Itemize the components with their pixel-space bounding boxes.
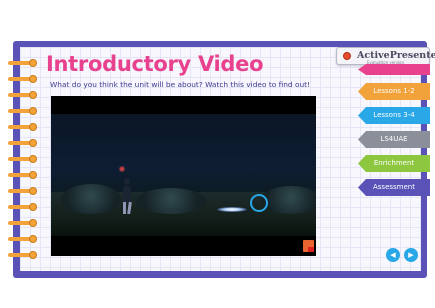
target-ring-icon [250, 194, 268, 212]
binder-ring [8, 91, 40, 99]
nav-tab-top[interactable] [358, 64, 430, 75]
binder-ring [8, 155, 40, 163]
nav-tab-lessons-1-2[interactable]: Lessons 1-2 [358, 83, 430, 100]
binder-ring [8, 235, 40, 243]
next-button[interactable]: ▶ [404, 248, 418, 262]
video-figure [121, 174, 133, 215]
activepresenter-badge: ActivePresenter Evaluation version [336, 47, 435, 65]
video-bush [261, 186, 316, 214]
binder-ring [8, 219, 40, 227]
nav-tab-assessment[interactable]: Assessment [358, 179, 430, 196]
activepresenter-logo-icon [343, 52, 351, 60]
binder-ring [8, 59, 40, 67]
video-light-flare [217, 207, 247, 212]
previous-button[interactable]: ◀ [386, 248, 400, 262]
chevron-left-icon: ◀ [390, 251, 396, 259]
video-frame [51, 114, 316, 236]
youtube-icon[interactable] [303, 240, 314, 252]
binder-ring [8, 203, 40, 211]
video-player[interactable] [51, 96, 316, 256]
page-subtitle: What do you think the unit will be about… [50, 80, 311, 89]
nav-tab-lessons-3-4[interactable]: Lessons 3-4 [358, 107, 430, 124]
nav-tab-ls4uae[interactable]: LS4UAE [358, 131, 430, 148]
page-title: Introductory Video [46, 52, 264, 76]
binder-ring [8, 187, 40, 195]
nav-tab-enrichment[interactable]: Enrichment [358, 155, 430, 172]
binder-ring [8, 123, 40, 131]
video-red-light [119, 166, 125, 172]
binder-ring [8, 171, 40, 179]
video-bush [136, 188, 206, 214]
chevron-right-icon: ▶ [408, 251, 414, 259]
binder-ring [8, 139, 40, 147]
binder-ring [8, 251, 40, 259]
binder-ring [8, 75, 40, 83]
binder-ring [8, 107, 40, 115]
video-bush [61, 184, 121, 214]
